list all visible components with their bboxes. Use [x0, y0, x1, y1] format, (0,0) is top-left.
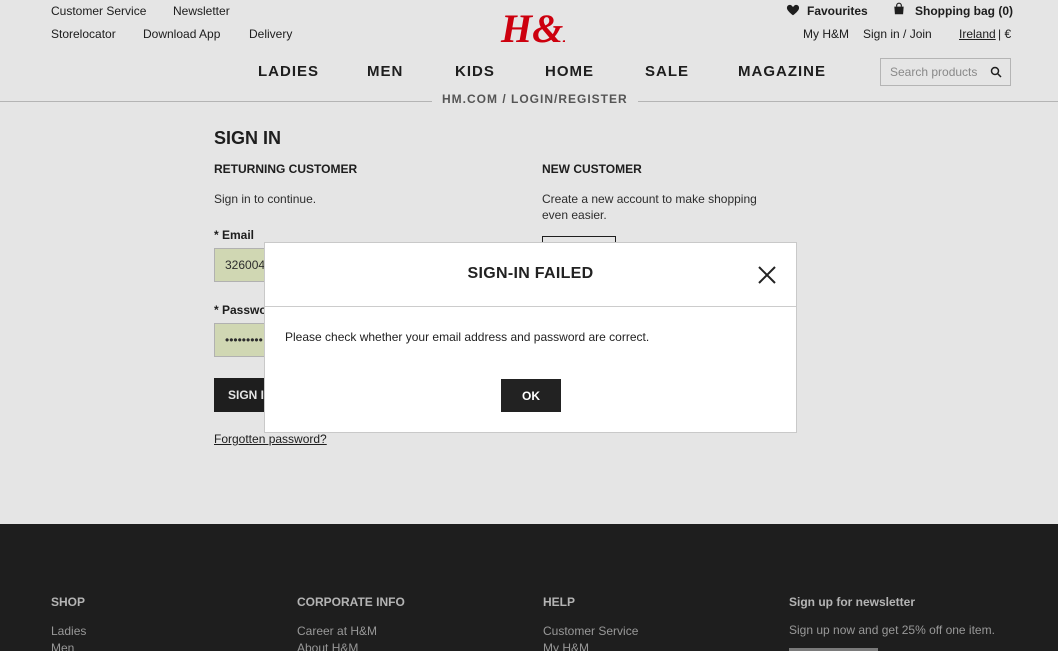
close-icon	[758, 266, 776, 284]
ok-button[interactable]: OK	[501, 379, 561, 412]
dialog-message: Please check whether your email address …	[285, 330, 650, 344]
breadcrumb[interactable]: HM.COM / LOGIN/REGISTER	[432, 92, 638, 106]
dialog-title: SIGN-IN FAILED	[467, 265, 594, 282]
close-button[interactable]	[757, 265, 777, 285]
dialog-header: SIGN-IN FAILED	[265, 243, 796, 307]
sign-in-failed-dialog: SIGN-IN FAILED Please check whether your…	[264, 242, 797, 433]
